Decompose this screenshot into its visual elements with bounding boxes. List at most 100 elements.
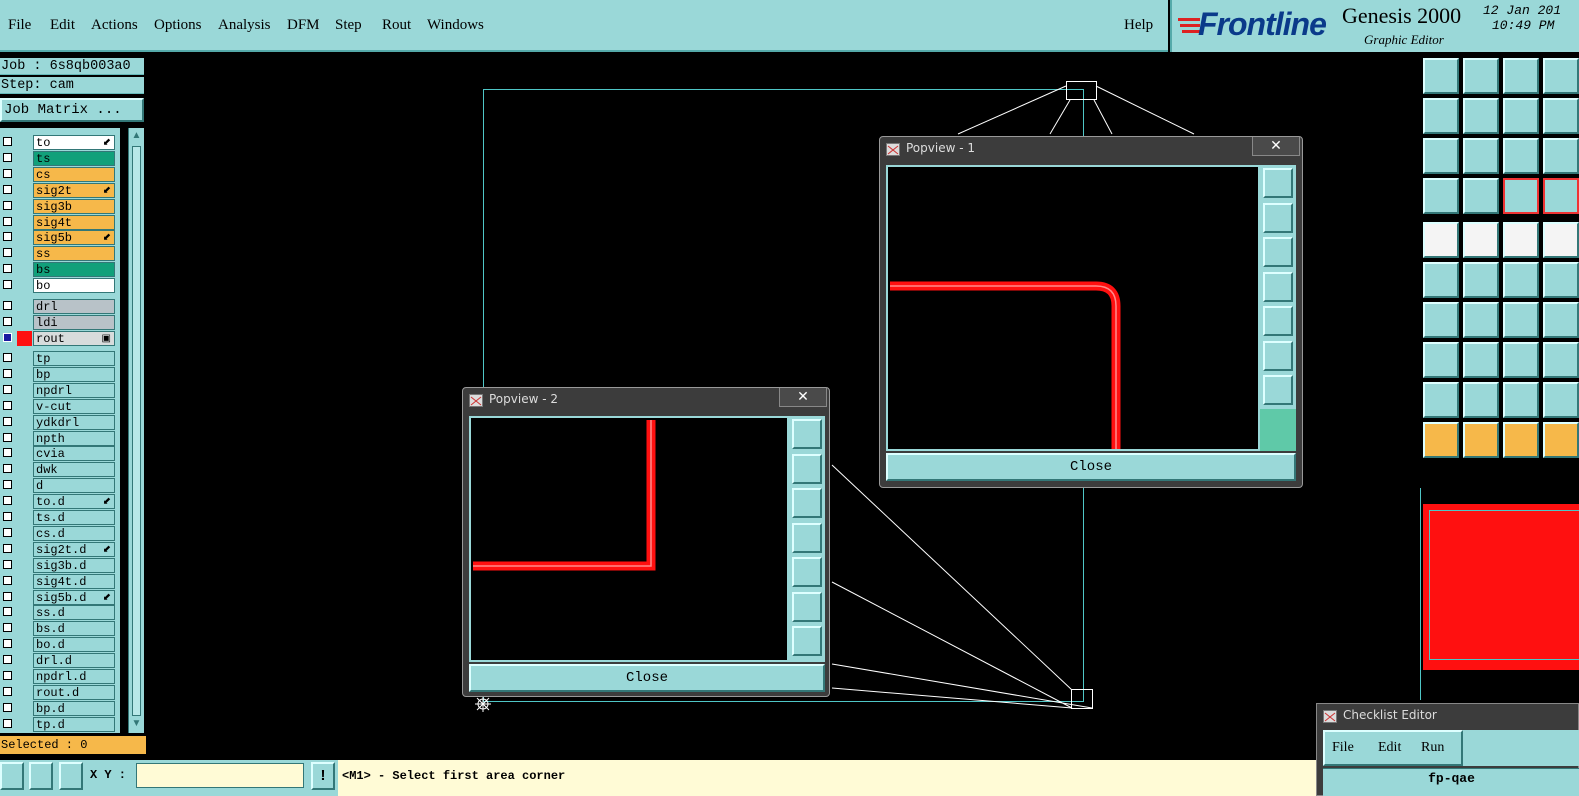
overview-profile [1429,510,1579,660]
grid-icon[interactable] [1463,178,1499,214]
view-mode-icon[interactable] [0,762,24,790]
scale-ratio-icon[interactable] [1503,138,1539,174]
date-label: 12 Jan 201 [1483,3,1562,18]
select-net-icon[interactable] [1543,422,1579,458]
arc-icon[interactable] [1503,302,1539,338]
shape-icon[interactable] [1543,382,1579,418]
overview-panel [1420,488,1579,700]
swap-icon[interactable] [1503,98,1539,134]
popview-1-close-x-button[interactable]: ✕ [1252,137,1300,156]
pan-left-icon[interactable] [1263,272,1293,302]
prompt-message: <M1> - Select first area corner [342,769,566,783]
pan-down-icon[interactable] [1263,237,1293,267]
home-icon[interactable] [1503,58,1539,94]
datum-crosshair-icon [475,696,491,712]
snap-settings-icon[interactable] [1423,178,1459,214]
popview-1-leader-line [1049,99,1071,135]
text-icon[interactable] [1543,302,1579,338]
popview-2-leader-line [831,687,1073,709]
layer-filter-2-icon[interactable] [1543,178,1579,214]
zoom-out-icon[interactable] [1423,138,1459,174]
prompt-area: <M1> - Select first area corner [338,760,1316,796]
grid-snap-icon[interactable] [59,762,83,790]
pad-add-icon[interactable] [1423,222,1459,258]
help-icon[interactable] [1543,138,1579,174]
toolbar-filler [1260,409,1296,451]
pan-up-icon[interactable] [1423,58,1459,94]
popview-2-leader-line [831,464,1073,691]
popview-2-canvas[interactable] [469,416,789,662]
zoom-out-icon[interactable] [792,592,822,622]
window-icon [886,143,900,156]
xy-label: X Y : [90,768,127,782]
info-icon[interactable]: ! [311,762,335,790]
triangle-icon[interactable] [1423,382,1459,418]
polygon-icon[interactable] [1463,222,1499,258]
ruler-icon[interactable] [1503,222,1539,258]
popview-1-close-button[interactable]: Close [886,453,1296,481]
xy-coordinate-input[interactable] [136,763,304,788]
overview-board[interactable] [1423,504,1579,670]
popview-1-source-box [1066,81,1097,100]
time-label: 10:49 PM [1492,18,1555,33]
line-angle-icon[interactable] [1423,302,1459,338]
move-icon[interactable] [1503,262,1539,298]
delete-icon[interactable] [1463,262,1499,298]
checklist-menu-run[interactable]: Run [1421,740,1444,756]
pan-down-icon[interactable] [792,488,822,518]
popview-1-window: Popview - 1 ✕ Close [879,136,1303,488]
select-feature-icon[interactable] [1503,422,1539,458]
zoom-home-icon[interactable] [1263,168,1293,198]
pad-move-icon[interactable] [1423,342,1459,378]
pan-up-icon[interactable] [792,454,822,484]
pan-right-icon[interactable] [1463,98,1499,134]
checklist-menubar: File Edit Run [1323,730,1579,766]
triangle-up-icon[interactable] [1463,382,1499,418]
checklist-menu-edit[interactable]: Edit [1378,740,1401,756]
select-pointer-icon[interactable] [1423,422,1459,458]
round-pad-icon[interactable] [1543,222,1579,258]
pan-right-icon[interactable] [1263,306,1293,336]
popview-1-canvas[interactable] [886,165,1260,451]
line-cut-icon[interactable] [1463,342,1499,378]
window-icon[interactable] [1543,58,1579,94]
pan-right-icon[interactable] [792,557,822,587]
zoom-home-icon[interactable] [792,419,822,449]
connect-icon[interactable] [1423,262,1459,298]
popview-2-close-button[interactable]: Close [469,664,825,692]
popview-1-toolbar [1260,165,1296,451]
angle-snap-icon[interactable] [29,762,53,790]
window-icon [469,394,483,407]
checklist-menu-file[interactable]: File [1332,740,1354,756]
array-icon[interactable] [1543,342,1579,378]
pan-left-icon[interactable] [792,523,822,553]
pan-left-icon[interactable] [1423,98,1459,134]
popview-2-leader-line [831,581,1073,709]
layer-filter-icon[interactable] [1503,178,1539,214]
status-bar: X Y : ! <M1> - Select first area corner [0,760,1316,796]
zoom-in-icon[interactable] [1263,375,1293,405]
measure-icon[interactable] [1543,98,1579,134]
window-icon [1323,710,1337,723]
zoom-out-icon[interactable] [1263,341,1293,371]
pan-up-icon[interactable] [1263,203,1293,233]
stretch-icon[interactable] [1503,342,1539,378]
select-box-icon[interactable] [1463,422,1499,458]
popview-2-close-x-button[interactable]: ✕ [779,388,827,407]
popview-2-title: Popview - 2 [489,392,558,406]
popview-2-toolbar [789,416,825,662]
zoom-in-icon[interactable] [792,626,822,656]
popview-1-title: Popview - 1 [906,141,975,155]
popview-2-trace-graphic [473,420,656,571]
pan-down-icon[interactable] [1463,58,1499,94]
tool-palette [1420,56,1579,486]
line-icon[interactable] [1463,302,1499,338]
checklist-name-bar: fp-qae [1323,768,1579,796]
zoom-in-icon[interactable] [1463,138,1499,174]
trapezoid-icon[interactable] [1503,382,1539,418]
popview-2-window: Popview - 2 ✕ Close [462,387,830,697]
popview-2-source-box [1071,689,1093,709]
popview-1-leader-line [1093,99,1113,135]
copy-icon[interactable] [1543,262,1579,298]
popview-1-leader-line [957,85,1067,135]
